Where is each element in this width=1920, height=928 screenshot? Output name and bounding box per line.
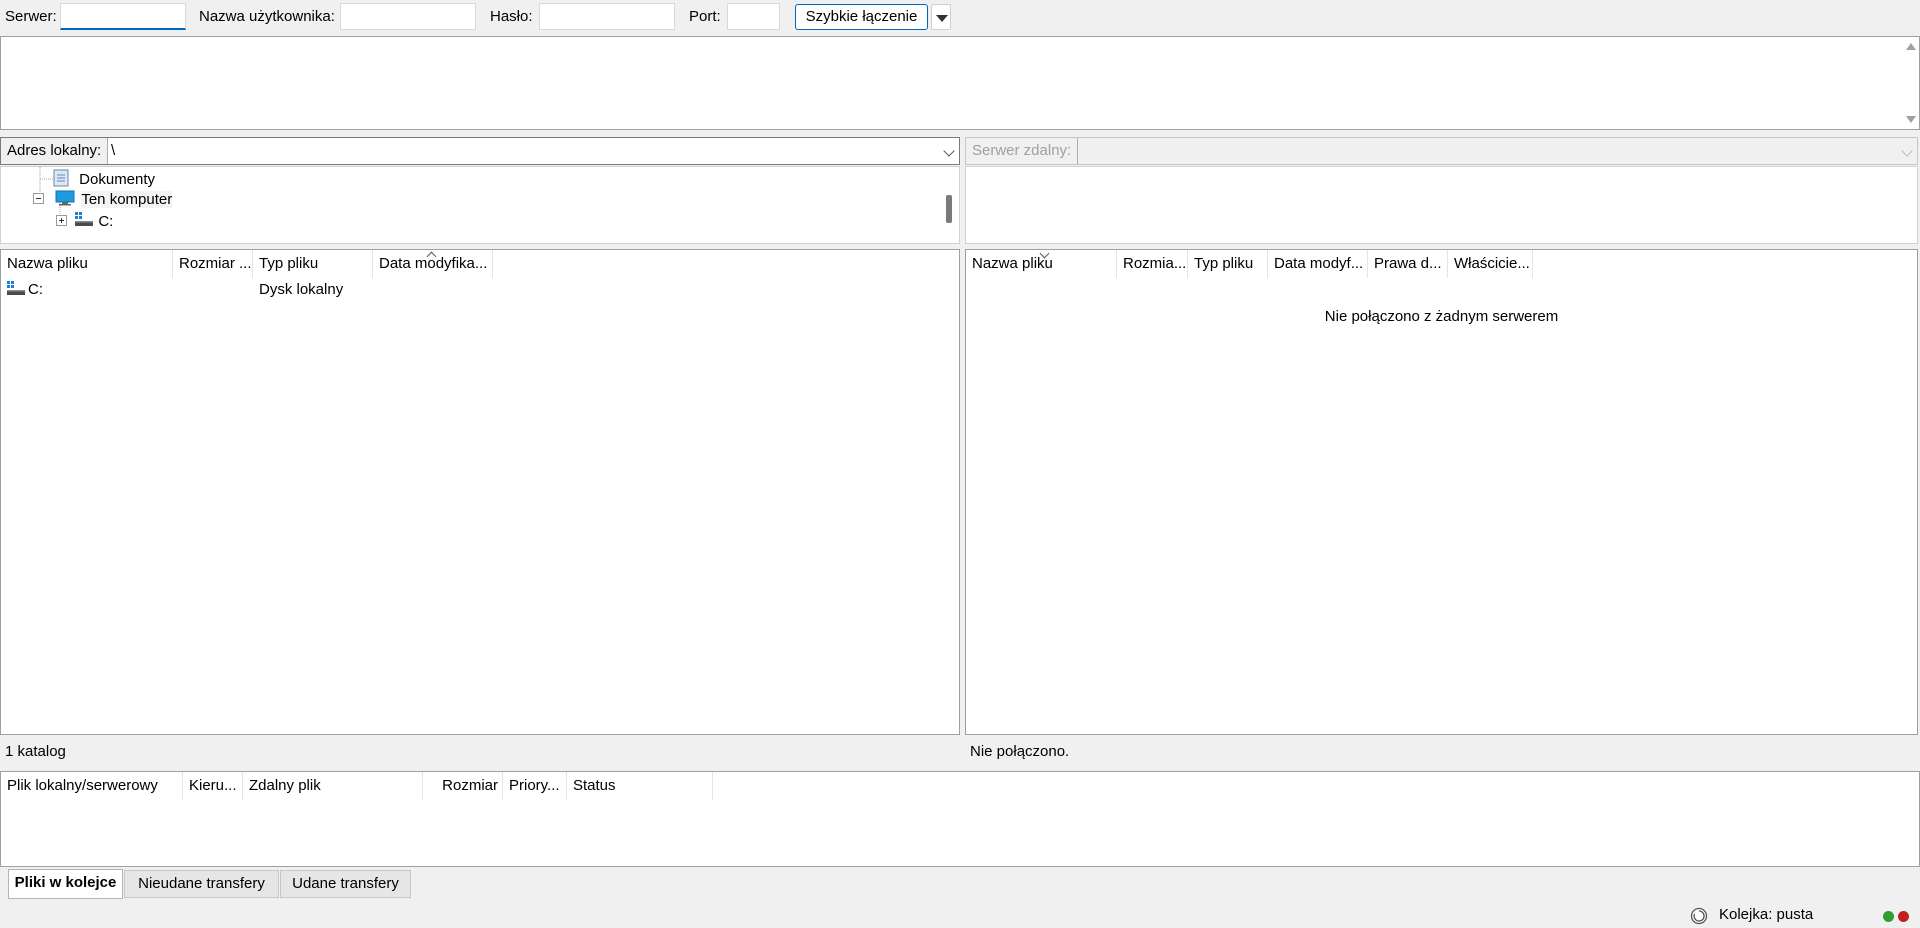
local-address-input[interactable]: \ — [111, 138, 115, 164]
send-indicator-icon — [1898, 911, 1909, 922]
tree-item-ten-komputer[interactable]: Ten komputer — [33, 190, 173, 210]
column-header-owner[interactable]: Właścicie... — [1448, 250, 1533, 278]
remote-column-headers: Nazwa pliku Rozmia... Typ pliku Data mod… — [966, 250, 1917, 278]
server-label: Serwer: — [5, 8, 57, 25]
tree-item-label: C: — [98, 213, 114, 230]
column-header-direction[interactable]: Kieru... — [183, 772, 243, 800]
column-header-local-file[interactable]: Plik lokalny/serwerowy — [1, 772, 183, 800]
column-header-status[interactable]: Status — [567, 772, 713, 800]
remote-status-text: Nie połączono. — [965, 737, 1918, 767]
receive-indicator-icon — [1883, 911, 1894, 922]
column-header-type[interactable]: Typ pliku — [1188, 250, 1268, 278]
chevron-down-icon — [936, 15, 948, 22]
transfer-queue[interactable]: Plik lokalny/serwerowy Kieru... Zdalny p… — [0, 771, 1920, 867]
local-directory-tree[interactable]: Dokumenty Ten komputer C: — [0, 166, 960, 244]
remote-directory-tree[interactable] — [965, 166, 1918, 244]
remote-file-list[interactable]: Nazwa pliku Rozmia... Typ pliku Data mod… — [965, 249, 1918, 735]
quickconnect-dropdown-button[interactable] — [931, 4, 951, 30]
port-label: Port: — [689, 8, 721, 25]
tab-failed-transfers[interactable]: Nieudane transfery — [124, 870, 279, 898]
column-header-size[interactable]: Rozmia... — [1117, 250, 1188, 278]
local-address-bar: Adres lokalny: \ — [0, 137, 960, 165]
tree-item-label: Dokumenty — [79, 171, 156, 188]
expand-icon[interactable] — [56, 215, 68, 227]
column-header-filename[interactable]: Nazwa pliku — [1, 250, 173, 278]
local-address-label: Adres lokalny: — [1, 138, 109, 164]
tab-queued-files[interactable]: Pliki w kolejce — [8, 869, 123, 899]
column-header-modified[interactable]: Data modyf... — [1268, 250, 1368, 278]
queue-status-text: Kolejka: pusta — [1719, 906, 1814, 923]
column-header-permissions[interactable]: Prawa d... — [1368, 250, 1448, 278]
table-row[interactable]: C: Dysk lokalny — [1, 279, 959, 301]
tab-successful-transfers[interactable]: Udane transfery — [280, 870, 411, 898]
sort-descending-icon — [1041, 251, 1049, 259]
message-log[interactable] — [0, 36, 1920, 130]
collapse-icon[interactable] — [33, 193, 45, 205]
column-header-remote-file[interactable]: Zdalny plik — [243, 772, 423, 800]
tree-item-drive-c[interactable]: C: — [56, 212, 113, 232]
column-header-priority[interactable]: Priory... — [503, 772, 567, 800]
tree-scrollbar-thumb[interactable] — [946, 195, 952, 223]
drive-icon — [7, 281, 25, 295]
column-header-type[interactable]: Typ pliku — [253, 250, 373, 278]
column-header-size[interactable]: Rozmiar ... — [173, 250, 253, 278]
row-filename: C: — [28, 281, 43, 298]
chevron-down-icon — [1901, 145, 1913, 157]
server-input[interactable] — [60, 3, 186, 30]
sort-ascending-icon — [428, 251, 436, 259]
chevron-down-icon[interactable] — [943, 145, 955, 157]
status-bar: Kolejka: pusta — [0, 902, 1920, 928]
computer-icon — [55, 190, 75, 206]
quickconnect-button[interactable]: Szybkie łączenie — [795, 4, 928, 30]
password-label: Hasło: — [490, 8, 533, 25]
message-log-scrollbar[interactable] — [1902, 37, 1919, 129]
drive-icon — [75, 212, 94, 226]
row-type: Dysk lokalny — [259, 281, 344, 298]
local-column-headers: Nazwa pliku Rozmiar ... Typ pliku Data m… — [1, 250, 959, 278]
username-label: Nazwa użytkownika: — [199, 8, 335, 25]
password-input[interactable] — [539, 3, 675, 30]
column-header-size[interactable]: Rozmiar — [423, 772, 503, 800]
documents-icon — [53, 169, 69, 187]
quickconnect-bar: Serwer: Nazwa użytkownika: Hasło: Port: … — [0, 0, 1920, 34]
local-status-text: 1 katalog — [0, 737, 960, 767]
username-input[interactable] — [340, 3, 476, 30]
remote-address-bar: Serwer zdalny: — [965, 137, 1918, 165]
scroll-down-icon[interactable] — [1906, 116, 1916, 123]
queue-status-icon — [1690, 907, 1708, 925]
not-connected-message: Nie połączono z żadnym serwerem — [1324, 308, 1559, 325]
local-file-list[interactable]: Nazwa pliku Rozmiar ... Typ pliku Data m… — [0, 249, 960, 735]
tree-item-label: Ten komputer — [81, 191, 173, 208]
tree-item-dokumenty[interactable]: Dokumenty — [53, 169, 155, 189]
remote-address-label: Serwer zdalny: — [966, 138, 1079, 164]
port-input[interactable] — [727, 3, 780, 30]
scroll-up-icon[interactable] — [1906, 43, 1916, 50]
